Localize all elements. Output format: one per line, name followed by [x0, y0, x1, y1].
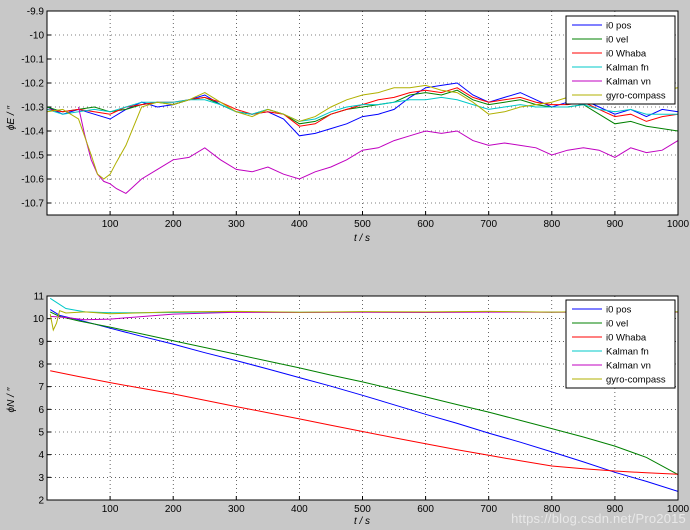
bottom-axes: 100 200 300 400 500 600 700 800 900 1000234567891…	[6, 292, 690, 528]
x-tick-label: 200	[165, 504, 182, 515]
y-tick-label: 2	[38, 496, 44, 507]
top-xlabel: t / s	[354, 233, 370, 244]
x-tick-label: 300	[228, 504, 245, 515]
x-tick-label: 700	[480, 504, 497, 515]
top-ylabel: ϕE / ′′	[6, 105, 17, 130]
y-tick-label: 5	[38, 428, 44, 439]
x-tick-label: 600	[417, 504, 434, 515]
legend-entry: i0 pos	[606, 305, 632, 316]
top-legend: i0 pos i0 vel i0 Whaba Kalman fn Kalman vn gy…	[565, 15, 676, 105]
x-tick-label: 100	[102, 219, 119, 230]
legend-entry: Kalman fn	[606, 63, 649, 74]
x-tick-label: 1000	[667, 219, 690, 230]
y-tick-label: -10.1	[21, 55, 44, 66]
legend-entry: i0 pos	[606, 21, 632, 32]
x-tick-label: 600	[417, 219, 434, 230]
legend-entry: Kalman fn	[606, 347, 649, 358]
y-tick-label: 11	[34, 292, 45, 303]
legend-entry: Kalman vn	[606, 361, 651, 372]
y-tick-label: 7	[38, 382, 44, 393]
y-tick-label: -10.2	[21, 79, 44, 90]
x-tick-label: 300	[228, 219, 245, 230]
legend-entry: i0 Whaba	[606, 49, 647, 60]
y-tick-label: -9.9	[27, 7, 45, 18]
watermark: https://blog.csdn.net/Pro2015	[511, 511, 686, 526]
legend-entry: i0 Whaba	[606, 333, 647, 344]
y-tick-label: 6	[38, 405, 44, 416]
legend-entry: i0 vel	[606, 319, 628, 330]
x-tick-label: 400	[291, 504, 308, 515]
x-tick-label: 500	[354, 219, 371, 230]
y-tick-label: -10.6	[21, 175, 44, 186]
y-tick-label: 3	[38, 473, 44, 484]
top-ylabel-text: ϕE / ′′	[6, 105, 17, 130]
x-tick-label: 200	[165, 219, 182, 230]
legend-entry: gyro-compass	[606, 91, 666, 102]
x-tick-label: 500	[354, 504, 371, 515]
x-tick-label: 900	[607, 219, 624, 230]
x-tick-label: 400	[291, 219, 308, 230]
legend-entry: Kalman vn	[606, 77, 651, 88]
bottom-legend: i0 pos i0 vel i0 Whaba Kalman fn Kalman vn gy…	[565, 299, 676, 389]
y-tick-label: 10	[33, 314, 45, 325]
x-tick-label: 800	[543, 219, 560, 230]
top-axes: 100 200 300 400 500 600 700 800 900 1000 -10.7 -10.…	[6, 7, 690, 245]
y-tick-label: -10.7	[21, 199, 44, 210]
y-tick-label: -10.5	[21, 151, 44, 162]
legend-entry: i0 vel	[606, 35, 628, 46]
figure: 100 200 300 400 500 600 700 800 900 1000 -10.7 -10.…	[0, 0, 690, 530]
y-tick-label: 8	[38, 360, 44, 371]
y-tick-label: -10.4	[21, 127, 44, 138]
y-tick-label: 9	[38, 337, 44, 348]
bottom-ylabel: ϕN / ′′	[6, 386, 17, 412]
y-tick-label: -10	[30, 31, 45, 42]
x-tick-label: 100	[102, 504, 119, 515]
x-tick-label: 700	[480, 219, 497, 230]
y-tick-label: -10.3	[21, 103, 44, 114]
legend-entry: gyro-compass	[606, 375, 666, 386]
bottom-xlabel: t / s	[354, 516, 370, 527]
bottom-ylabel-text: ϕN / ′′	[6, 386, 17, 412]
y-tick-label: 4	[38, 450, 44, 461]
